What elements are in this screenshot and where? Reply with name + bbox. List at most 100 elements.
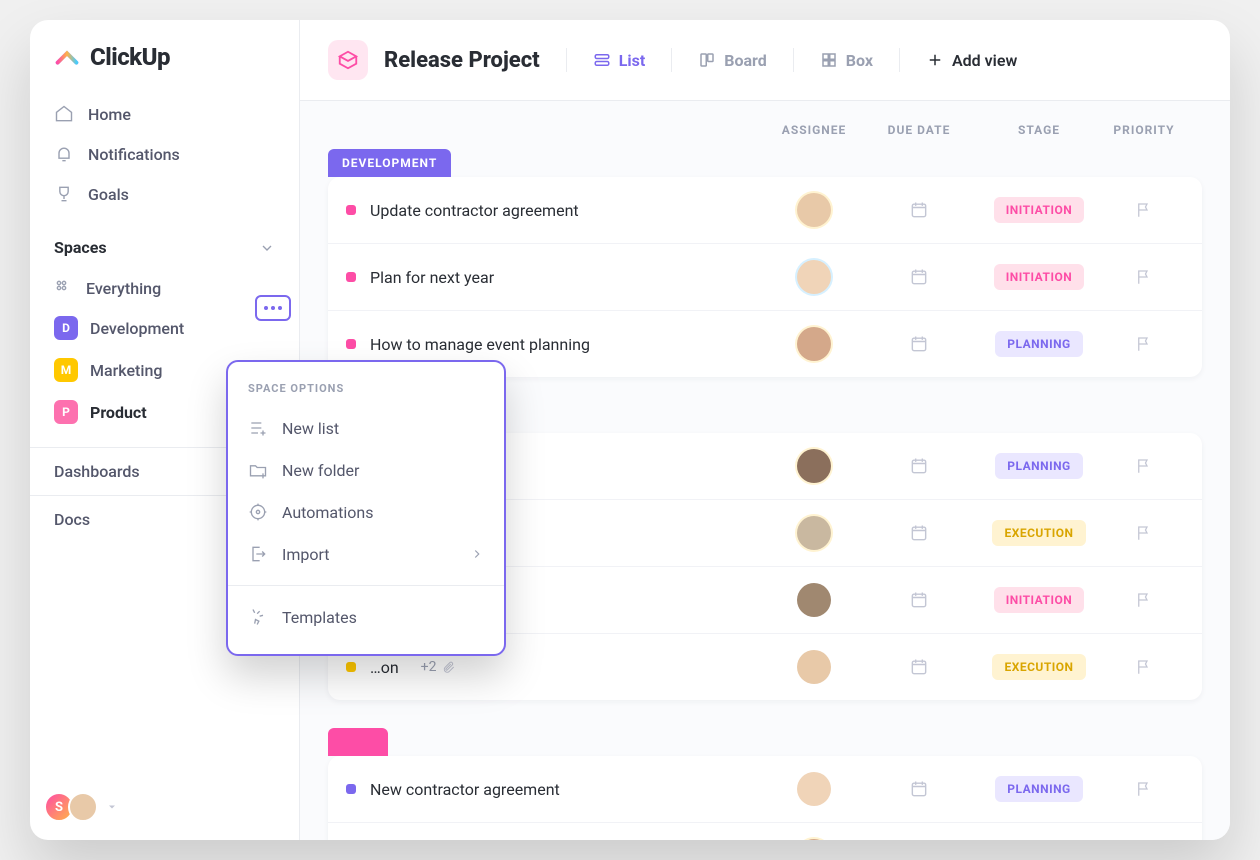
brand-row[interactable]: ClickUp (30, 42, 299, 90)
calendar-icon (909, 523, 929, 543)
stage-cell[interactable]: PLANNING (974, 776, 1104, 802)
avatar (797, 260, 831, 294)
flag-icon (1135, 457, 1153, 475)
space-development[interactable]: D Development (42, 307, 287, 349)
task-row[interactable]: Plan for next year INITIATION (328, 244, 1202, 311)
due-date-cell[interactable] (864, 779, 974, 799)
space-badge: M (54, 358, 78, 382)
space-options-trigger[interactable] (255, 295, 291, 321)
view-tab-list[interactable]: List (583, 45, 656, 76)
new-list-icon (248, 418, 268, 438)
due-date-cell[interactable] (864, 267, 974, 287)
view-tab-box[interactable]: Box (810, 45, 883, 76)
caret-down-icon (106, 801, 118, 813)
column-headers: ASSIGNEE DUE DATE STAGE PRIORITY (328, 123, 1202, 149)
assignee-cell[interactable] (764, 325, 864, 363)
popover-new-folder-label: New folder (282, 461, 359, 480)
flag-icon (1135, 335, 1153, 353)
calendar-icon (909, 334, 929, 354)
stage-pill: PLANNING (995, 453, 1083, 479)
templates-icon (248, 607, 268, 627)
stage-pill: INITIATION (994, 264, 1084, 290)
stage-cell[interactable]: EXECUTION (974, 520, 1104, 546)
task-name-cell: New contractor agreement (346, 780, 764, 799)
popover-heading: SPACE OPTIONS (228, 378, 504, 407)
priority-cell[interactable] (1104, 780, 1184, 798)
group-label[interactable]: DEVELOPMENT (328, 149, 451, 177)
priority-cell[interactable] (1104, 591, 1184, 609)
spaces-heading[interactable]: Spaces (30, 218, 299, 267)
due-date-cell[interactable] (864, 456, 974, 476)
priority-cell[interactable] (1104, 268, 1184, 286)
assignee-cell[interactable] (764, 447, 864, 485)
task-title: Plan for next year (370, 268, 494, 287)
calendar-icon (909, 267, 929, 287)
attachment-icon (442, 660, 456, 674)
spaces-heading-label: Spaces (54, 238, 107, 257)
add-view-label: Add view (952, 51, 1017, 70)
avatar (797, 193, 831, 227)
view-list-label: List (619, 51, 646, 70)
assignee-cell[interactable] (764, 581, 864, 619)
view-board-label: Board (724, 51, 767, 70)
nav-home[interactable]: Home (42, 94, 287, 134)
task-name-cell: Update contractor agreement (346, 201, 764, 220)
stage-pill: EXECUTION (992, 654, 1085, 680)
trophy-icon (54, 184, 74, 204)
space-everything[interactable]: Everything (42, 269, 287, 307)
space-badge: P (54, 400, 78, 424)
avatar (797, 839, 831, 840)
group-label[interactable] (328, 728, 388, 756)
nav-notifications[interactable]: Notifications (42, 134, 287, 174)
task-title: …on (370, 658, 399, 677)
due-date-cell[interactable] (864, 590, 974, 610)
assignee-cell[interactable] (764, 191, 864, 229)
assignee-cell[interactable] (764, 258, 864, 296)
home-icon (54, 104, 74, 124)
stage-cell[interactable]: PLANNING (974, 331, 1104, 357)
stage-cell[interactable]: EXECUTION (974, 654, 1104, 680)
stage-pill: INITIATION (994, 197, 1084, 223)
due-date-cell[interactable] (864, 657, 974, 677)
view-tab-board[interactable]: Board (688, 45, 777, 76)
popover-templates-label: Templates (282, 608, 357, 627)
stage-cell[interactable]: PLANNING (974, 453, 1104, 479)
task-row[interactable]: Update contractor agreement INITIATION (328, 177, 1202, 244)
plus-icon (926, 51, 944, 69)
avatar-member (68, 792, 98, 822)
nav-goals[interactable]: Goals (42, 174, 287, 214)
popover-templates[interactable]: Templates (228, 596, 504, 638)
assignee-cell[interactable] (764, 514, 864, 552)
due-date-cell[interactable] (864, 200, 974, 220)
task-row[interactable]: New contractor agreement PLANNING (328, 756, 1202, 823)
add-view-button[interactable]: Add view (916, 45, 1027, 76)
task-row[interactable]: Refresh company websiteEXECUTION (328, 823, 1202, 840)
stage-cell[interactable]: INITIATION (974, 197, 1104, 223)
assignee-cell[interactable] (764, 770, 864, 808)
task-group: Update contractor agreementINITIATIONPla… (328, 177, 1202, 377)
priority-cell[interactable] (1104, 201, 1184, 219)
popover-new-folder[interactable]: New folder (228, 449, 504, 491)
due-date-cell[interactable] (864, 523, 974, 543)
board-icon (698, 51, 716, 69)
stage-cell[interactable]: INITIATION (974, 264, 1104, 290)
space-product-label: Product (90, 403, 147, 422)
due-date-cell[interactable] (864, 334, 974, 354)
status-bullet (346, 205, 356, 215)
list-icon (593, 51, 611, 69)
nav-home-label: Home (88, 105, 131, 124)
view-box-label: Box (846, 51, 873, 70)
priority-cell[interactable] (1104, 524, 1184, 542)
chevron-right-icon (470, 547, 484, 561)
assignee-cell[interactable] (764, 648, 864, 686)
popover-import[interactable]: Import (228, 533, 504, 575)
profile-switcher[interactable]: S (30, 792, 299, 822)
priority-cell[interactable] (1104, 335, 1184, 353)
stage-cell[interactable]: INITIATION (974, 587, 1104, 613)
popover-new-list[interactable]: New list (228, 407, 504, 449)
task-title: How to manage event planning (370, 335, 590, 354)
popover-automations[interactable]: Automations (228, 491, 504, 533)
priority-cell[interactable] (1104, 457, 1184, 475)
assignee-cell[interactable] (764, 837, 864, 840)
priority-cell[interactable] (1104, 658, 1184, 676)
